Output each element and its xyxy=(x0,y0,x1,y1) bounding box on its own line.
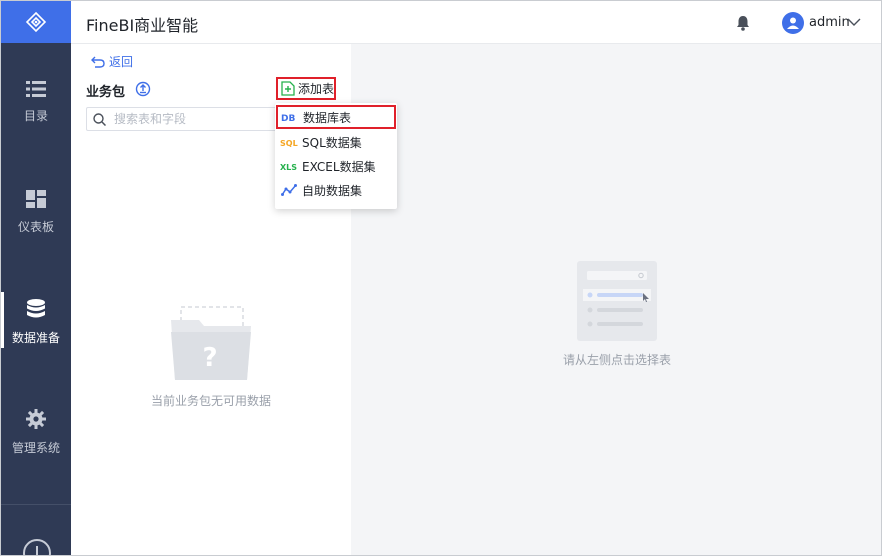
search-input[interactable] xyxy=(114,112,264,126)
sidebar-item-label: 仪表板 xyxy=(17,219,54,234)
gear-icon xyxy=(26,408,46,429)
select-table-hint: 请从左侧点击选择表 xyxy=(562,353,671,367)
logo-icon xyxy=(25,11,47,33)
svg-text:SQL: SQL xyxy=(280,139,298,148)
package-title: 业务包 xyxy=(86,85,126,100)
sidebar-item-catalog[interactable]: 目录 xyxy=(1,64,71,140)
sidebar-item-label: 目录 xyxy=(23,108,48,123)
sql-icon: SQL xyxy=(280,135,298,149)
right-panel: 请从左侧点击选择表 xyxy=(351,44,881,555)
sidebar-item-dashboard[interactable]: 仪表板 xyxy=(1,174,71,250)
menu-item-label: EXCEL数据集 xyxy=(302,159,376,174)
db-icon: DB xyxy=(281,110,299,124)
add-table-label: 添加表 xyxy=(298,82,335,96)
user-icon xyxy=(787,17,799,29)
search-box[interactable] xyxy=(86,107,286,131)
sidebar: 目录 仪表板 数据准备 管理系统 xyxy=(1,1,71,555)
menu-item-label: 数据库表 xyxy=(303,110,352,125)
add-file-icon xyxy=(281,81,295,96)
list-icon xyxy=(26,80,46,97)
database-icon xyxy=(27,298,45,317)
avatar[interactable] xyxy=(782,12,804,34)
menu-item-db-table[interactable]: DB 数据库表 xyxy=(276,105,396,129)
search-icon xyxy=(93,112,106,126)
menu-item-excel-dataset[interactable]: XLS EXCEL数据集 xyxy=(275,154,397,178)
logo[interactable] xyxy=(1,1,71,43)
add-table-button[interactable]: 添加表 xyxy=(276,77,336,100)
svg-text:DB: DB xyxy=(281,114,295,123)
add-table-menu: DB 数据库表 SQL SQL数据集 XLS EXCEL数据集 自助数据集 xyxy=(275,103,397,209)
empty-folder-icon: ? xyxy=(171,306,251,380)
svg-text:XLS: XLS xyxy=(280,163,297,172)
back-link[interactable]: 返回 xyxy=(91,53,133,70)
excel-icon: XLS xyxy=(280,159,298,173)
menu-item-sql-dataset[interactable]: SQL SQL数据集 xyxy=(275,130,397,154)
undo-icon xyxy=(91,56,105,68)
app-window: 目录 仪表板 数据准备 管理系统 FineBI商业智能 admin 返回 业务包… xyxy=(0,0,882,556)
dashboard-icon xyxy=(26,189,46,208)
bell-icon[interactable] xyxy=(736,15,750,31)
menu-item-label: 自助数据集 xyxy=(302,183,363,198)
svg-text:?: ? xyxy=(202,343,217,373)
menu-item-label: SQL数据集 xyxy=(302,135,362,150)
empty-state-text: 当前业务包无可用数据 xyxy=(150,394,271,408)
username[interactable]: admin xyxy=(809,15,850,30)
add-icon[interactable] xyxy=(23,539,51,555)
sidebar-item-data-prep[interactable]: 数据准备 xyxy=(1,284,71,360)
menu-item-self-service-dataset[interactable]: 自助数据集 xyxy=(275,178,397,202)
app-title: FineBI商业智能 xyxy=(86,16,199,35)
self-service-icon xyxy=(280,183,298,197)
sidebar-item-admin[interactable]: 管理系统 xyxy=(1,394,71,470)
sidebar-item-label: 数据准备 xyxy=(11,330,60,345)
sidebar-divider xyxy=(1,504,71,505)
select-table-illustration xyxy=(577,261,657,341)
sidebar-item-label: 管理系统 xyxy=(11,440,60,455)
back-label: 返回 xyxy=(109,55,134,69)
chevron-down-icon[interactable] xyxy=(847,17,861,27)
top-bar: FineBI商业智能 admin xyxy=(71,1,881,44)
refresh-icon[interactable] xyxy=(135,81,151,97)
